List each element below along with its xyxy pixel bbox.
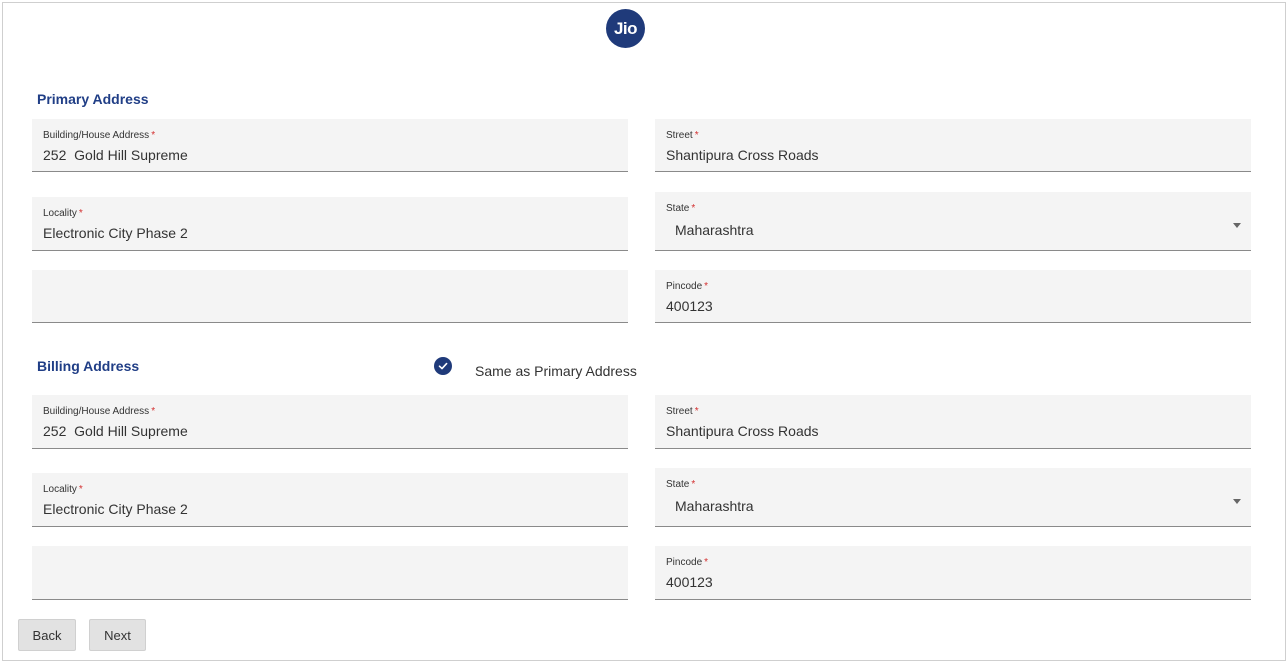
field-label: Pincode * bbox=[666, 557, 709, 568]
jio-logo: Jio bbox=[606, 9, 645, 48]
billing-building-field[interactable]: Building/House Address * 252 Gold Hill Su… bbox=[32, 395, 628, 449]
billing-state-select[interactable]: State * Maharashtra bbox=[655, 468, 1251, 527]
field-value: Maharashtra bbox=[675, 222, 754, 238]
primary-building-field[interactable]: Building/House Address * 252 Gold Hill Su… bbox=[32, 119, 628, 172]
field-value: Electronic City Phase 2 bbox=[43, 225, 188, 241]
field-label: Building/House Address * bbox=[43, 130, 156, 141]
field-value: 400123 bbox=[666, 298, 713, 314]
billing-address-title: Billing Address bbox=[37, 358, 140, 374]
primary-street-field[interactable]: Street * Shantipura Cross Roads bbox=[655, 119, 1251, 172]
field-value: 400123 bbox=[666, 574, 713, 590]
field-value: 252 Gold Hill Supreme bbox=[43, 423, 188, 439]
field-label: Building/House Address * bbox=[43, 406, 156, 417]
billing-street-field[interactable]: Street * Shantipura Cross Roads bbox=[655, 395, 1251, 449]
field-value: Electronic City Phase 2 bbox=[43, 501, 188, 517]
field-label: Street * bbox=[666, 130, 699, 141]
field-value: Maharashtra bbox=[675, 498, 754, 514]
field-value: Shantipura Cross Roads bbox=[666, 423, 819, 439]
primary-address-title: Primary Address bbox=[37, 91, 149, 107]
field-label: Locality * bbox=[43, 208, 83, 219]
field-label: State * bbox=[666, 479, 696, 490]
next-button[interactable]: Next bbox=[89, 619, 146, 651]
same-as-primary-label[interactable]: Same as Primary Address bbox=[475, 363, 637, 379]
primary-pincode-field[interactable]: Pincode * 400123 bbox=[655, 270, 1251, 323]
billing-locality-field[interactable]: Locality * Electronic City Phase 2 bbox=[32, 473, 628, 527]
field-label: Locality * bbox=[43, 484, 83, 495]
same-as-primary-checkbox[interactable] bbox=[434, 357, 452, 375]
billing-pincode-field[interactable]: Pincode * 400123 bbox=[655, 546, 1251, 600]
field-label: State * bbox=[666, 203, 696, 214]
check-icon bbox=[438, 362, 448, 370]
primary-empty-field[interactable] bbox=[32, 270, 628, 323]
field-value: Shantipura Cross Roads bbox=[666, 147, 819, 163]
chevron-down-icon[interactable] bbox=[1233, 223, 1241, 228]
field-label: Pincode * bbox=[666, 281, 709, 292]
primary-state-select[interactable]: State * Maharashtra bbox=[655, 192, 1251, 251]
primary-locality-field[interactable]: Locality * Electronic City Phase 2 bbox=[32, 197, 628, 251]
billing-empty-field[interactable] bbox=[32, 546, 628, 600]
field-label: Street * bbox=[666, 406, 699, 417]
field-value: 252 Gold Hill Supreme bbox=[43, 147, 188, 163]
chevron-down-icon[interactable] bbox=[1233, 499, 1241, 504]
back-button[interactable]: Back bbox=[18, 619, 76, 651]
